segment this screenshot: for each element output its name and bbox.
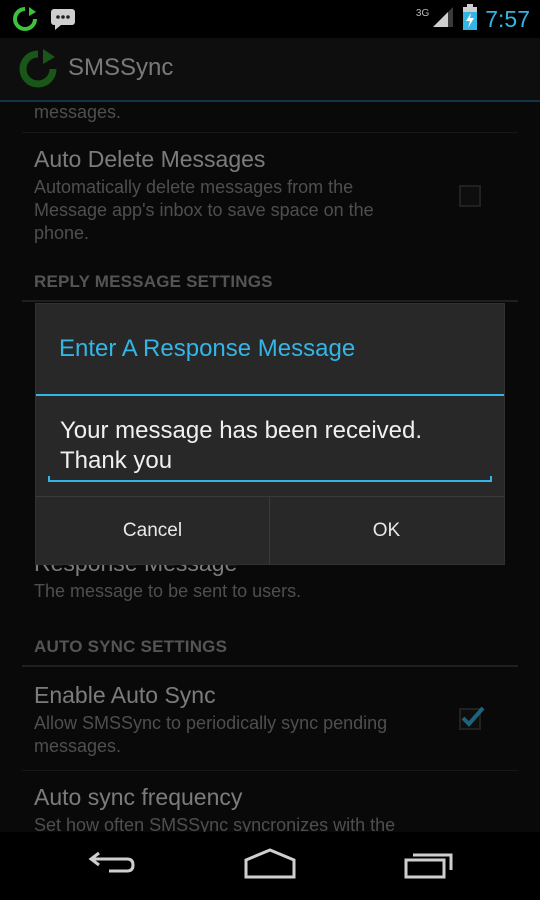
sync-notification-icon <box>12 6 38 36</box>
dialog-title: Enter A Response Message <box>59 335 356 362</box>
battery-charging-icon <box>463 4 478 34</box>
response-message-dialog: Enter A Response Message Your message ha… <box>36 304 504 564</box>
back-button[interactable] <box>67 846 157 886</box>
clock: 7:57 <box>485 5 530 32</box>
signal-icon <box>431 5 455 33</box>
navigation-bar <box>0 832 540 900</box>
back-icon <box>87 849 137 883</box>
cancel-button[interactable]: Cancel <box>36 497 269 564</box>
ok-button[interactable]: OK <box>270 497 503 564</box>
sms-notification-icon <box>50 7 76 35</box>
input-underline <box>48 476 492 482</box>
recent-apps-icon <box>403 848 455 884</box>
dialog-title-divider <box>36 394 504 396</box>
recent-apps-button[interactable] <box>384 846 474 886</box>
home-icon <box>242 848 298 884</box>
status-bar: 3G 7:57 <box>0 0 540 38</box>
network-type-label: 3G <box>415 7 430 19</box>
response-message-input[interactable]: Your message has been received. Thank yo… <box>48 416 492 482</box>
home-button[interactable] <box>225 846 315 886</box>
